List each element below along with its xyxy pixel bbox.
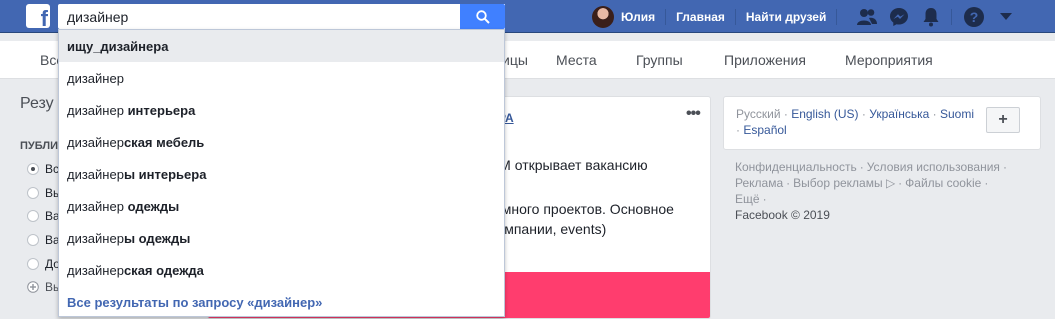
- tab-pages[interactable]: ицы: [502, 52, 528, 68]
- language-link[interactable]: English (US): [791, 107, 858, 121]
- radio[interactable]: [27, 258, 39, 270]
- search-icon: [475, 9, 490, 24]
- radio[interactable]: [27, 187, 39, 199]
- help-icon[interactable]: ?: [962, 0, 986, 33]
- cookies-link[interactable]: Файлы cookie: [905, 176, 981, 190]
- add-circle-icon: [27, 281, 39, 293]
- search-suggestions-dropdown: ищу_дизайнера дизайнер дизайнер интерьер…: [58, 29, 505, 317]
- more-options-icon[interactable]: •••: [686, 105, 701, 123]
- tab-groups[interactable]: Группы: [636, 52, 683, 68]
- ads-link[interactable]: Реклама: [735, 176, 783, 190]
- suggestion-item[interactable]: дизайнер ская мебель: [59, 126, 504, 158]
- svg-text:?: ?: [970, 9, 979, 25]
- suggestion-item[interactable]: дизайнер ы одежды: [59, 222, 504, 254]
- avatar[interactable]: [592, 5, 614, 28]
- search-button[interactable]: [460, 4, 505, 29]
- suggestion-item[interactable]: дизайнер: [59, 62, 504, 94]
- facebook-logo-icon[interactable]: f: [26, 4, 50, 31]
- filter-heading: ПУБЛИ: [20, 140, 59, 152]
- suggestion-item[interactable]: дизайнер интерьера: [59, 94, 504, 126]
- language-link[interactable]: Українська: [869, 107, 929, 121]
- radio[interactable]: [27, 234, 39, 246]
- see-all-results-link[interactable]: Все результаты по запросу «дизайнер»: [59, 286, 504, 318]
- account-menu-chevron-icon[interactable]: [994, 0, 1018, 33]
- language-current: Русский: [736, 107, 781, 121]
- nav-divider: [951, 8, 952, 25]
- result-text: и много проектов. Основное: [490, 201, 674, 217]
- friend-requests-icon[interactable]: [855, 0, 879, 33]
- search-input[interactable]: [59, 5, 459, 28]
- tab-apps[interactable]: Приложения: [724, 52, 806, 68]
- radio[interactable]: [27, 210, 39, 222]
- more-languages-button[interactable]: +: [986, 107, 1020, 133]
- suggestion-item[interactable]: дизайнер одежды: [59, 190, 504, 222]
- language-selector: Русский · English (US) · Українська · Su…: [723, 96, 1041, 150]
- suggestion-item[interactable]: дизайнер ская одежда: [59, 254, 504, 286]
- suggestion-item[interactable]: дизайнер ы интерьера: [59, 158, 504, 190]
- language-link[interactable]: Español: [743, 123, 786, 137]
- result-text: кампании, events): [490, 221, 607, 237]
- footer-links: Конфиденциальность · Условия использования…: [735, 160, 1007, 206]
- terms-link[interactable]: Условия использования: [867, 160, 1000, 174]
- nav-icons: ?: [855, 0, 1026, 33]
- filter-sidebar: Резу ПУБЛИ Вс Вы Ва Ва До Вы: [20, 95, 62, 294]
- more-link[interactable]: Ещё: [735, 192, 760, 206]
- ad-choices-link[interactable]: Выбор рекламы ▷: [793, 176, 895, 190]
- search-box[interactable]: [58, 4, 505, 29]
- privacy-link[interactable]: Конфиденциальность: [735, 160, 857, 174]
- top-nav: Юлия Главная Найти друзей: [592, 0, 838, 33]
- result-text: РМ открывает вакансию: [490, 157, 648, 173]
- copyright: Facebook © 2019: [735, 208, 830, 222]
- home-link[interactable]: Главная: [666, 0, 735, 33]
- language-link[interactable]: Suomi: [940, 107, 974, 121]
- find-friends-link[interactable]: Найти друзей: [736, 0, 836, 33]
- suggestion-item[interactable]: ищу_дизайнера: [59, 30, 504, 62]
- language-list: Русский · English (US) · Українська · Su…: [736, 107, 975, 121]
- tab-places[interactable]: Места: [556, 52, 597, 68]
- tab-events[interactable]: Мероприятия: [845, 52, 933, 68]
- results-title: Резу: [20, 95, 54, 112]
- language-list: · Español: [736, 123, 787, 137]
- notifications-bell-icon[interactable]: [919, 0, 943, 33]
- profile-link[interactable]: Юлия: [621, 0, 665, 33]
- radio-selected[interactable]: [27, 163, 39, 175]
- nav-divider: [836, 8, 838, 25]
- messenger-icon[interactable]: [887, 0, 911, 33]
